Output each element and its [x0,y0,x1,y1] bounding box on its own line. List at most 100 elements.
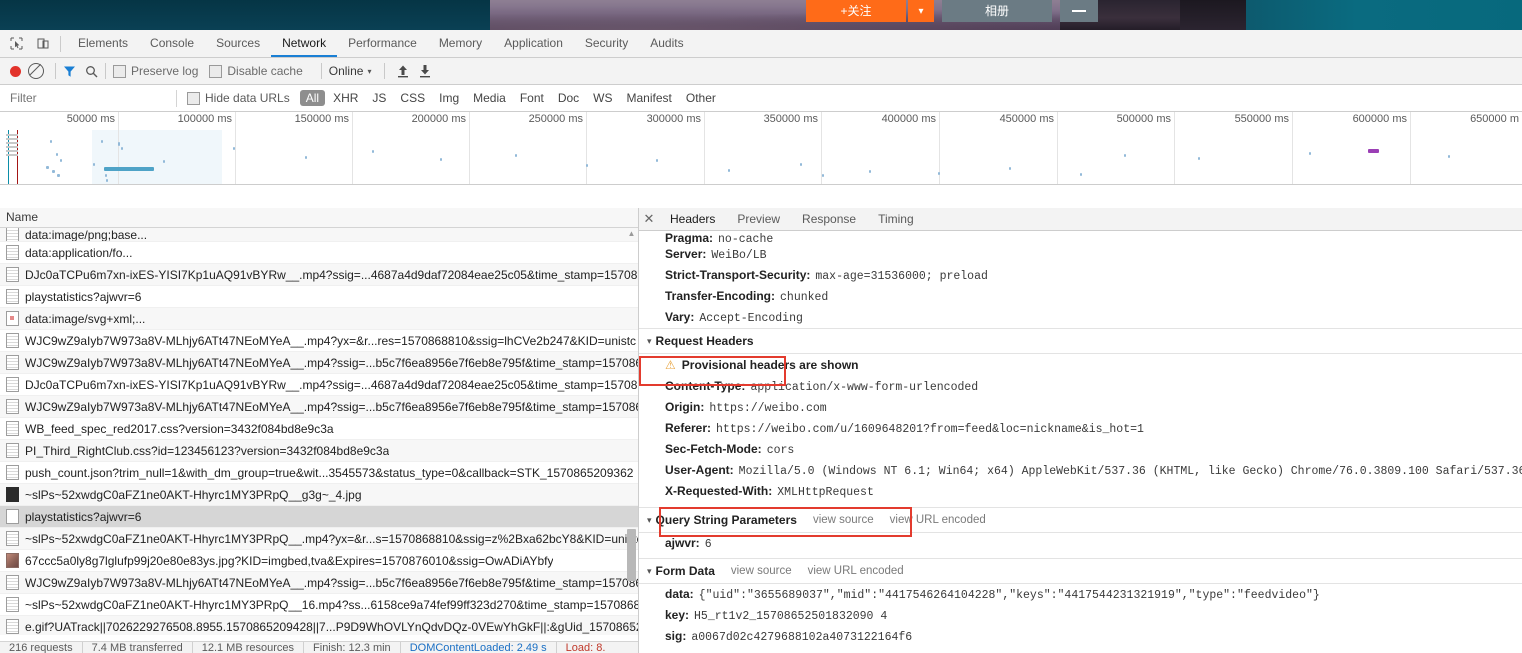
toolbar-divider-3 [320,63,322,79]
table-row[interactable]: WB_feed_spec_red2017.css?version=3432f08… [0,418,638,440]
inspect-cursor-icon[interactable] [5,33,27,55]
request-name: data:application/fo... [25,245,133,260]
table-row[interactable]: ~slPs~52xwdgC0aFZ1ne0AKT-Hhyrc1MY3PRpQ__… [0,528,638,550]
type-filter-manifest[interactable]: Manifest [621,90,678,106]
device-toolbar-icon[interactable] [32,33,54,55]
table-row[interactable]: WJC9wZ9aIyb7W973a8V-MLhjy6ATt47NEoMYeA__… [0,396,638,418]
type-filter-xhr[interactable]: XHR [327,90,364,106]
image-thumbnail-icon [6,487,19,502]
table-row[interactable]: ~slPs~52xwdgC0aFZ1ne0AKT-Hhyrc1MY3PRpQ__… [0,484,638,506]
type-filter-all[interactable]: All [299,90,326,106]
triangle-down-icon: ▾ [647,335,652,346]
table-row[interactable]: data:image/png;base... [0,228,638,242]
tab-timing[interactable]: Timing [867,208,925,230]
disable-cache-checkbox[interactable]: Disable cache [209,64,303,79]
detail-body: Pragma: no-cache Server: WeiBo/LB Strict… [639,231,1522,653]
header-value: Mozilla/5.0 (Windows NT 6.1; Win64; x64)… [738,465,1522,478]
table-row[interactable]: DJc0aTCPu6m7xn-ixES-YISI7Kp1uAQ91vBYRw__… [0,374,638,396]
query-view-source-link[interactable]: view source [813,514,874,526]
table-row[interactable]: data:application/fo... [0,242,638,264]
query-string-section-toggle[interactable]: ▾ Query String Parameters view source vi… [639,507,1522,533]
triangle-down-icon: ▾ [647,514,652,525]
query-view-url-encoded-link[interactable]: view URL encoded [890,514,986,526]
tab-performance[interactable]: Performance [337,30,428,57]
tab-application[interactable]: Application [493,30,574,57]
request-name: e.gif?UATrack||7026229276508.8955.157086… [25,619,638,634]
type-filter-doc[interactable]: Doc [552,90,585,106]
tab-sources[interactable]: Sources [205,30,271,57]
devtools-tabstrip: Elements Console Sources Network Perform… [0,30,1522,58]
table-row[interactable]: e.gif?UATrack||7026229276508.8955.157086… [0,616,638,635]
header-value: XMLHttpRequest [777,486,874,499]
form-data-section-toggle[interactable]: ▾ Form Data view source view URL encoded [639,558,1522,584]
overview-left-marks [6,134,18,158]
clear-button-icon[interactable] [28,63,44,79]
form-view-source-link[interactable]: view source [731,565,792,577]
table-row[interactable]: WJC9wZ9aIyb7W973a8V-MLhjy6ATt47NEoMYeA__… [0,352,638,374]
request-name: PI_Third_RightClub.css?id=123456123?vers… [25,443,390,458]
download-har-icon[interactable] [417,63,433,79]
type-filter-js[interactable]: JS [366,90,392,106]
table-row[interactable]: push_count.json?trim_null=1&with_dm_grou… [0,462,638,484]
filter-funnel-icon[interactable] [63,65,76,78]
tab-response[interactable]: Response [791,208,867,230]
type-filter-other[interactable]: Other [680,90,722,106]
overview-tick: 250000 ms [528,113,583,125]
type-filter-img[interactable]: Img [433,90,465,106]
search-icon[interactable] [85,65,98,78]
close-icon[interactable]: ✕ [639,211,659,227]
tab-memory[interactable]: Memory [428,30,493,57]
header-value: cors [766,444,795,457]
form-view-url-encoded-link[interactable]: view URL encoded [808,565,904,577]
type-filter-media[interactable]: Media [467,90,512,106]
scrollbar-thumb[interactable] [627,529,636,581]
filter-input[interactable] [4,89,176,107]
tab-console[interactable]: Console [139,30,205,57]
tab-elements[interactable]: Elements [67,30,139,57]
chevron-down-icon[interactable]: ▾ [367,67,371,76]
table-row[interactable]: playstatistics?ajwvr=6 [0,286,638,308]
type-filter-font[interactable]: Font [514,90,550,106]
tab-headers[interactable]: Headers [659,208,726,230]
table-row[interactable]: data:image/svg+xml;... [0,308,638,330]
preserve-log-checkbox[interactable]: Preserve log [113,64,198,79]
album-button[interactable]: 相册 [942,0,1052,22]
file-icon [6,619,19,634]
record-button-icon[interactable] [10,65,21,77]
overview-tick: 400000 ms [881,113,936,125]
request-name: DJc0aTCPu6m7xn-ixES-YISI7Kp1uAQ91vBYRw__… [25,267,638,282]
type-filter-css[interactable]: CSS [394,90,431,106]
header-value: https://weibo.com/u/1609648201?from=feed… [716,423,1144,436]
request-headers-section-toggle[interactable]: ▾ Request Headers [639,328,1522,354]
table-row[interactable]: WJC9wZ9aIyb7W973a8V-MLhjy6ATt47NEoMYeA__… [0,330,638,352]
follow-button[interactable]: +关注 [806,0,906,22]
tab-network[interactable]: Network [271,30,337,57]
tab-security[interactable]: Security [574,30,639,57]
request-list-scrollbar[interactable]: ▲ ▼ [627,229,636,632]
table-row-selected[interactable]: playstatistics?ajwvr=6 [0,506,638,528]
overview-tick: 550000 ms [1234,113,1289,125]
header-value: chunked [780,291,829,304]
stylesheet-icon [6,443,19,458]
upload-har-icon[interactable] [395,63,411,79]
scroll-down-arrow-icon[interactable]: ▼ [627,622,636,632]
file-icon [6,575,19,590]
header-row: Referer: https://weibo.com/u/1609648201?… [639,418,1522,439]
table-row[interactable]: WJC9wZ9aIyb7W973a8V-MLhjy6ATt47NEoMYeA__… [0,572,638,594]
table-row[interactable]: 67ccc5a0ly8g7lglufp99j20e80e83ys.jpg?KID… [0,550,638,572]
tab-audits[interactable]: Audits [639,30,694,57]
table-row[interactable]: ~slPs~52xwdgC0aFZ1ne0AKT-Hhyrc1MY3PRpQ__… [0,594,638,616]
follow-dropdown-caret-icon[interactable]: ▾ [908,0,934,22]
banner-left-fill [0,0,490,30]
page-banner: +关注 ▾ 相册 [0,0,1522,30]
scroll-up-arrow-icon[interactable]: ▲ [627,229,636,239]
type-filter-ws[interactable]: WS [587,90,618,106]
hide-data-urls-checkbox[interactable]: Hide data URLs [187,91,290,105]
table-row[interactable]: DJc0aTCPu6m7xn-ixES-YISI7Kp1uAQ91vBYRw__… [0,264,638,286]
tab-preview[interactable]: Preview [726,208,791,230]
more-button[interactable] [1060,0,1098,22]
network-overview-timeline[interactable]: 50000 ms 100000 ms 150000 ms 200000 ms 2… [0,112,1522,185]
request-name: push_count.json?trim_null=1&with_dm_grou… [25,465,634,480]
throttling-select[interactable]: Online [329,64,364,78]
table-row[interactable]: PI_Third_RightClub.css?id=123456123?vers… [0,440,638,462]
